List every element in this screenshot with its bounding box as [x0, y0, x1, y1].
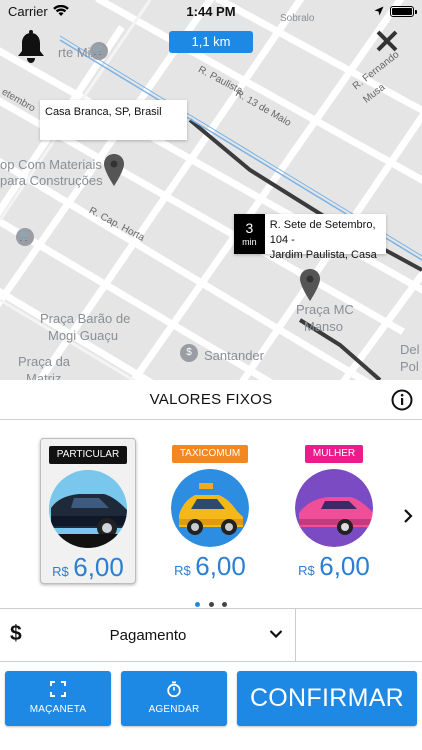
payment-label: Pagamento — [109, 627, 187, 644]
close-icon[interactable] — [376, 30, 398, 52]
destination-line-1: R. Sete de Setembro, 104 - — [269, 219, 376, 246]
macaneta-label: MAÇANETA — [29, 704, 87, 715]
vehicle-carousel[interactable]: PARTICULAR R$ 6,00 TAXICOMUM R$ 6,00 MUL… — [0, 420, 422, 608]
confirm-button[interactable]: CONFIRMAR — [237, 671, 417, 726]
macaneta-button[interactable]: MAÇANETA — [5, 671, 111, 726]
map-label-poi: op Com Materiais — [0, 157, 102, 172]
destination-line-2: Jardim Paulista, Casa — [269, 249, 377, 261]
origin-address: Casa Branca, SP, Brasil — [45, 106, 162, 118]
eta-box: 3 min — [234, 214, 265, 254]
shopping-poi-icon: 🛒 — [90, 42, 108, 60]
wifi-icon — [52, 5, 69, 16]
car-dark-icon — [49, 470, 127, 548]
action-bar: MAÇANETA AGENDAR CONFIRMAR — [0, 662, 422, 750]
page-dot[interactable] — [195, 602, 201, 607]
vehicle-badge: MULHER — [304, 445, 364, 463]
vehicle-option-taxi[interactable]: TAXICOMUM R$ 6,00 — [162, 438, 258, 584]
fixed-prices-header: VALORES FIXOS — [0, 380, 422, 420]
origin-pin-icon[interactable] — [103, 153, 125, 187]
taxi-icon — [171, 469, 249, 547]
price-amount: 6,00 — [195, 551, 246, 581]
vehicle-price: R$ 6,00 — [41, 552, 135, 583]
agendar-label: AGENDAR — [148, 704, 200, 715]
currency: R$ — [298, 563, 315, 578]
bank-poi-icon: $ — [180, 344, 198, 362]
payment-select[interactable]: $ Pagamento — [0, 609, 296, 661]
price-amount: 6,00 — [319, 551, 370, 581]
info-icon[interactable] — [391, 389, 413, 411]
map-label-place: Matriz — [26, 371, 62, 380]
distance-badge: 1,1 km — [169, 31, 253, 53]
map-label-poi: para Construções — [0, 173, 103, 188]
location-arrow-icon — [374, 6, 384, 16]
vehicle-option-particular[interactable]: PARTICULAR R$ 6,00 — [40, 438, 136, 584]
payment-row: $ Pagamento — [0, 608, 422, 662]
map-label-place: Praça da — [18, 354, 71, 369]
carrier-label: Carrier — [8, 3, 48, 19]
chevron-down-icon — [269, 630, 283, 639]
scan-frame-icon — [50, 681, 66, 697]
chevron-right-icon[interactable] — [402, 508, 414, 524]
destination-pin-icon[interactable] — [299, 268, 321, 302]
shopping-poi-icon: 🛒 — [16, 228, 34, 246]
vehicle-option-mulher[interactable]: MULHER R$ 6,00 — [286, 438, 382, 584]
vehicle-price: R$ 6,00 — [162, 551, 258, 582]
price-amount: 6,00 — [73, 552, 124, 582]
page-dot[interactable] — [221, 602, 227, 607]
origin-callout[interactable]: Casa Branca, SP, Brasil — [40, 100, 187, 140]
stopwatch-icon — [167, 681, 181, 697]
page-dot[interactable] — [208, 602, 214, 607]
map-label-poi: Pol — [400, 359, 419, 374]
agendar-button[interactable]: AGENDAR — [121, 671, 227, 726]
currency: R$ — [52, 564, 69, 579]
vehicle-badge: TAXICOMUM — [171, 445, 249, 463]
section-title: VALORES FIXOS — [149, 391, 273, 408]
map-label-poi: Santander — [204, 348, 264, 363]
battery-icon — [390, 5, 417, 17]
status-bar: Carrier 1:44 PM — [0, 0, 422, 22]
destination-callout[interactable]: 3 min R. Sete de Setembro, 104 - Jardim … — [234, 214, 386, 261]
map-view[interactable]: rte Mix 🛒 R. Paulista R. 13 de Maio R. F… — [0, 0, 422, 380]
map-label-place: Manso — [304, 319, 344, 334]
map-label-poi: Del — [400, 342, 420, 357]
eta-unit: min — [242, 237, 257, 247]
pink-car-icon — [295, 469, 373, 547]
clock: 1:44 PM — [186, 3, 236, 19]
currency: R$ — [174, 563, 191, 578]
map-label-place: Praça MC — [296, 302, 354, 317]
bell-icon[interactable] — [16, 30, 46, 64]
map-label-place: Praça Barão de — [40, 311, 131, 326]
vehicle-price: R$ 6,00 — [286, 551, 382, 582]
eta-value: 3 — [245, 220, 254, 236]
destination-address: R. Sete de Setembro, 104 - Jardim Paulis… — [265, 214, 386, 261]
vehicle-badge: PARTICULAR — [48, 446, 128, 464]
map-label-place: Mogi Guaçu — [48, 328, 119, 343]
